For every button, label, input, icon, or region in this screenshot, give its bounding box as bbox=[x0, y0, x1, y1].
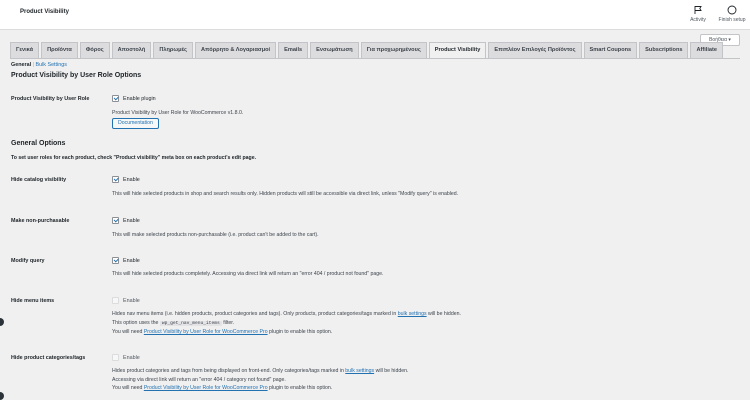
activity-label: Activity bbox=[690, 17, 706, 23]
row-label-hide-categories: Hide product categories/tags bbox=[11, 355, 86, 361]
tabs-divider bbox=[10, 58, 740, 59]
row-label-hide-catalog: Hide catalog visibility bbox=[11, 177, 67, 183]
row-label-hide-menu-items: Hide menu items bbox=[11, 298, 55, 304]
hide-menu-items-desc: Hides nav menu items (i.e. hidden produc… bbox=[112, 310, 461, 337]
subnav-general[interactable]: General bbox=[11, 62, 31, 68]
sub-navigation: General | Bulk Settings bbox=[11, 62, 67, 68]
tab-affiliate[interactable]: Affiliate bbox=[690, 42, 723, 59]
subnav-separator: | bbox=[32, 62, 34, 68]
pro-plugin-link[interactable]: Product Visibility by User Role for WooC… bbox=[144, 329, 268, 335]
row-label-modify-query: Modify query bbox=[11, 258, 45, 264]
checkbox-disabled-icon[interactable] bbox=[112, 297, 119, 304]
enable-label: Enable bbox=[123, 257, 140, 264]
tab-emails[interactable]: Emails bbox=[278, 42, 309, 59]
documentation-button[interactable]: Documentation bbox=[112, 118, 159, 129]
admin-header: Product Visibility Activity Finish setup bbox=[0, 0, 750, 30]
tab-integration[interactable]: Ενσωμάτωση bbox=[310, 42, 359, 59]
enable-label: Enable bbox=[123, 297, 140, 304]
desc-line: Hides nav menu items (i.e. hidden produc… bbox=[112, 311, 461, 317]
tab-general[interactable]: Γενικά bbox=[10, 42, 40, 59]
hide-categories-desc: Hides product categories and tags from b… bbox=[112, 367, 408, 393]
row-label-plugin: Product Visibility by User Role bbox=[11, 96, 90, 102]
tab-extra-product-options[interactable]: Επιπλέον Επιλογές Προϊόντος bbox=[488, 42, 582, 59]
enable-plugin-checkbox[interactable]: Enable plugin bbox=[112, 95, 156, 102]
tab-products[interactable]: Προϊόντα bbox=[41, 42, 78, 59]
non-purchasable-checkbox[interactable]: Enable bbox=[112, 217, 140, 224]
section-title-options: Product Visibility by User Role Options bbox=[11, 72, 142, 79]
hide-categories-checkbox[interactable]: Enable bbox=[112, 354, 140, 361]
finish-setup-button[interactable]: Finish setup bbox=[712, 5, 750, 23]
tab-advanced[interactable]: Για προχωρημένους bbox=[360, 42, 427, 59]
tab-subscriptions[interactable]: Subscriptions bbox=[639, 42, 689, 59]
desc-line: This option uses the wp_get_nav_menu_ite… bbox=[112, 319, 235, 326]
desc-line: Hides product categories and tags from b… bbox=[112, 368, 409, 374]
settings-tabs: Γενικά Προϊόντα Φόρος Αποστολή Πληρωμές … bbox=[10, 42, 723, 59]
hide-catalog-desc: This will hide selected products in shop… bbox=[112, 191, 459, 197]
tab-product-visibility[interactable]: Product Visibility bbox=[428, 42, 487, 59]
tab-privacy-accounts[interactable]: Απόρρητο & Λογαριασμοί bbox=[194, 42, 277, 59]
circle-progress-icon bbox=[727, 5, 737, 15]
pro-plugin-link[interactable]: Product Visibility by User Role for WooC… bbox=[144, 385, 268, 391]
enable-label: Enable bbox=[123, 176, 140, 183]
hide-menu-items-checkbox[interactable]: Enable bbox=[112, 297, 140, 304]
bulk-settings-link[interactable]: bulk settings bbox=[345, 368, 374, 374]
checkbox-checked-icon[interactable] bbox=[112, 95, 119, 102]
page-title: Product Visibility bbox=[20, 9, 69, 15]
flag-icon bbox=[694, 6, 702, 14]
enable-label: Enable bbox=[123, 354, 140, 361]
checkbox-disabled-icon[interactable] bbox=[112, 354, 119, 361]
tab-smart-coupons[interactable]: Smart Coupons bbox=[583, 42, 638, 59]
general-options-note: To set user roles for each product, chec… bbox=[11, 155, 257, 161]
sidebar-collapse-handle[interactable] bbox=[0, 392, 4, 400]
finish-setup-label: Finish setup bbox=[718, 17, 746, 23]
desc-line: You will need Product Visibility by User… bbox=[112, 385, 333, 391]
plugin-version-text: Product Visibility by User Role for WooC… bbox=[112, 110, 244, 116]
subnav-bulk-settings-link[interactable]: Bulk Settings bbox=[35, 62, 66, 68]
tab-shipping[interactable]: Αποστολή bbox=[111, 42, 152, 59]
modify-query-desc: This will hide selected products complet… bbox=[112, 271, 384, 277]
section-title-general: General Options bbox=[11, 140, 66, 147]
desc-line: You will need Product Visibility by User… bbox=[112, 329, 333, 335]
enable-label: Enable bbox=[123, 217, 140, 224]
sidebar-collapse-handle[interactable] bbox=[0, 318, 4, 326]
non-purchasable-desc: This will make selected products non-pur… bbox=[112, 232, 319, 238]
filter-code: wp_get_nav_menu_items bbox=[159, 320, 222, 326]
enable-plugin-label: Enable plugin bbox=[123, 95, 156, 102]
checkbox-checked-icon[interactable] bbox=[112, 176, 119, 183]
bulk-settings-link[interactable]: bulk settings bbox=[398, 311, 427, 317]
hide-catalog-checkbox[interactable]: Enable bbox=[112, 176, 140, 183]
tab-tax[interactable]: Φόρος bbox=[79, 42, 110, 59]
row-label-non-purchasable: Make non-purchasable bbox=[11, 218, 70, 224]
desc-line: Accessing via direct link will return an… bbox=[112, 376, 286, 383]
tab-payments[interactable]: Πληρωμές bbox=[153, 42, 193, 59]
checkbox-checked-icon[interactable] bbox=[112, 217, 119, 224]
modify-query-checkbox[interactable]: Enable bbox=[112, 257, 140, 264]
checkbox-checked-icon[interactable] bbox=[112, 257, 119, 264]
